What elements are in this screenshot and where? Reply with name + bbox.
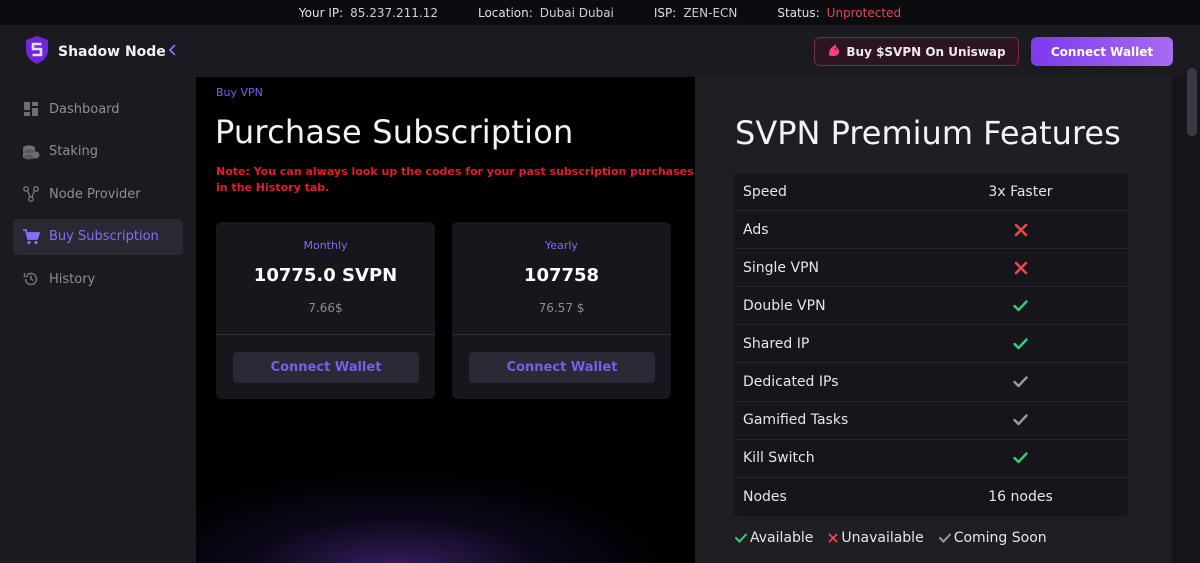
shield-s-logo-icon (24, 35, 50, 69)
feature-name: Kill Switch (743, 450, 815, 467)
node-graph-icon (22, 185, 40, 203)
buy-on-uniswap-button[interactable]: Buy $SVPN On Uniswap (814, 37, 1019, 66)
features-title: SVPN Premium Features (735, 114, 1121, 152)
feature-name: Single VPN (743, 259, 819, 276)
dashboard-grid-icon (22, 100, 40, 118)
premium-features-panel: SVPN Premium Features Speed 3x Faster Ad… (695, 77, 1172, 563)
features-legend: Available Unavailable Coming Soon (735, 530, 1062, 546)
sidebar-item-label: History (49, 271, 96, 287)
check-gray-icon (1013, 414, 1028, 426)
check-icon (735, 533, 747, 543)
chevron-left-icon (168, 44, 176, 56)
cart-icon (22, 228, 40, 246)
unicorn-icon (827, 43, 841, 60)
sidebar-item-node-provider[interactable]: Node Provider (13, 176, 183, 212)
sidebar-item-label: Dashboard (49, 101, 120, 117)
divider (216, 334, 435, 335)
sidebar-item-label: Buy Subscription (49, 229, 159, 244)
table-row: Speed 3x Faster (733, 173, 1128, 212)
check-gray-icon (938, 533, 951, 543)
features-table: Speed 3x Faster Ads Single VPN Double VP… (733, 173, 1128, 516)
ip-label: Your IP: (298, 5, 344, 20)
connect-wallet-button[interactable]: Connect Wallet (1031, 37, 1173, 66)
divider (452, 334, 671, 335)
legend-unavailable: Unavailable (828, 530, 924, 546)
table-row: Dedicated IPs (733, 363, 1128, 402)
ip-status: Your IP: 85.237.211.12 (299, 6, 438, 20)
yearly-connect-wallet-button[interactable]: Connect Wallet (469, 352, 655, 383)
table-row: Double VPN (733, 287, 1128, 326)
isp-status: ISP: ZEN-ECN (654, 6, 737, 20)
legend-available-label: Available (750, 530, 814, 546)
cross-icon (1014, 261, 1027, 275)
sidebar-item-label: Node Provider (49, 186, 141, 202)
feature-name: Double VPN (743, 297, 826, 314)
brand[interactable]: Shadow Node (24, 35, 166, 69)
protection-status: Status: Unprotected (777, 6, 901, 20)
scrollbar-thumb[interactable] (1187, 68, 1197, 136)
cross-icon (1014, 223, 1027, 236)
plan-price: 7.66$ (308, 301, 343, 315)
plan-card-monthly: Monthly 10775.0 SVPN 7.66$ Connect Walle… (216, 222, 435, 399)
sidebar-item-buy-subscription[interactable]: Buy Subscription (13, 218, 183, 255)
protection-value: Unprotected (826, 5, 902, 20)
table-row: Ads (733, 211, 1128, 250)
feature-name: Nodes (743, 488, 787, 505)
plan-amount: 10775.0 SVPN (253, 265, 398, 286)
plan-period: Yearly (545, 239, 578, 252)
location-status: Location: Dubai Dubai (478, 6, 614, 20)
table-row: Gamified Tasks (733, 402, 1128, 440)
brand-name: Shadow Node (58, 44, 166, 60)
legend-coming-soon: Coming Soon (938, 530, 1047, 546)
sidebar-collapse-button[interactable] (164, 41, 182, 59)
status-bar: Your IP: 85.237.211.12 Location: Dubai D… (0, 0, 1200, 25)
buy-on-uniswap-label: Buy $SVPN On Uniswap (846, 44, 1006, 59)
check-icon (1013, 300, 1028, 312)
sidebar-item-history[interactable]: History (13, 261, 183, 297)
check-gray-icon (1013, 376, 1028, 388)
sidebar-item-label: Staking (49, 144, 98, 159)
breadcrumb[interactable]: Buy VPN (216, 86, 263, 99)
monthly-connect-wallet-button[interactable]: Connect Wallet (233, 352, 419, 383)
isp-label: ISP: (653, 5, 677, 20)
feature-name: Dedicated IPs (743, 374, 839, 391)
table-row: Shared IP (733, 325, 1128, 364)
table-row: Nodes 16 nodes (733, 478, 1128, 516)
feature-name: Gamified Tasks (743, 412, 849, 429)
table-row: Kill Switch (733, 440, 1128, 478)
ip-value: 85.237.211.12 (350, 5, 438, 20)
plan-card-yearly: Yearly 107758 76.57 $ Connect Wallet (452, 222, 671, 399)
purchase-panel: Buy VPN Purchase Subscription Note: You … (196, 77, 695, 563)
sidebar-nav: Dashboard Staking Node Provider Buy Subs… (13, 91, 183, 304)
page-title: Purchase Subscription (215, 113, 574, 151)
check-icon (1013, 338, 1028, 350)
legend-unavailable-label: Unavailable (841, 530, 924, 546)
feature-value: 3x Faster (988, 183, 1053, 200)
feature-value: 16 nodes (988, 488, 1053, 505)
feature-name: Shared IP (743, 335, 810, 352)
feature-name: Ads (743, 221, 769, 238)
sidebar-item-dashboard[interactable]: Dashboard (13, 91, 183, 127)
top-header: Buy $SVPN On Uniswap Connect Wallet (196, 25, 1200, 77)
coins-stack-icon (22, 143, 40, 161)
sidebar-item-staking[interactable]: Staking (13, 134, 183, 170)
protection-label: Status: (777, 5, 820, 20)
table-row: Single VPN (733, 249, 1128, 288)
plan-period: Monthly (303, 239, 348, 252)
location-label: Location: (477, 5, 533, 20)
legend-available: Available (735, 530, 813, 546)
isp-value: ZEN-ECN (683, 5, 738, 20)
scrollbar-track[interactable] (1172, 77, 1200, 563)
plan-price: 76.57 $ (538, 301, 585, 315)
cross-icon (828, 533, 838, 543)
plan-amount: 107758 (523, 265, 600, 286)
history-clock-icon (22, 270, 40, 288)
check-icon (1013, 452, 1028, 464)
location-value: Dubai Dubai (539, 5, 614, 20)
history-note: Note: You can always look up the codes f… (216, 165, 694, 194)
legend-coming-soon-label: Coming Soon (953, 530, 1047, 546)
feature-name: Speed (743, 183, 787, 200)
sidebar: Shadow Node Dashboard Staking Node Provi… (0, 25, 196, 563)
